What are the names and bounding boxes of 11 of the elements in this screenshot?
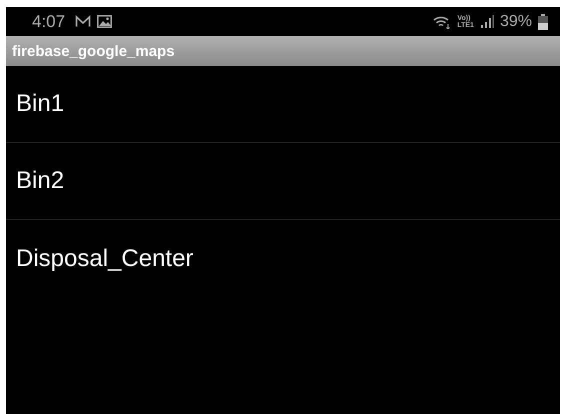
mail-icon <box>75 15 92 28</box>
list-item[interactable]: Bin1 <box>6 66 560 143</box>
app-title: firebase_google_maps <box>12 42 175 60</box>
battery-icon <box>538 14 548 30</box>
signal-icon <box>480 15 494 28</box>
clock-time: 4:07 <box>32 12 66 32</box>
list-item[interactable]: Disposal_Center <box>6 220 560 297</box>
image-icon <box>97 15 112 28</box>
list-item[interactable]: Bin2 <box>6 143 560 220</box>
battery-percentage: 39% <box>500 12 532 30</box>
wifi-icon <box>433 14 452 28</box>
